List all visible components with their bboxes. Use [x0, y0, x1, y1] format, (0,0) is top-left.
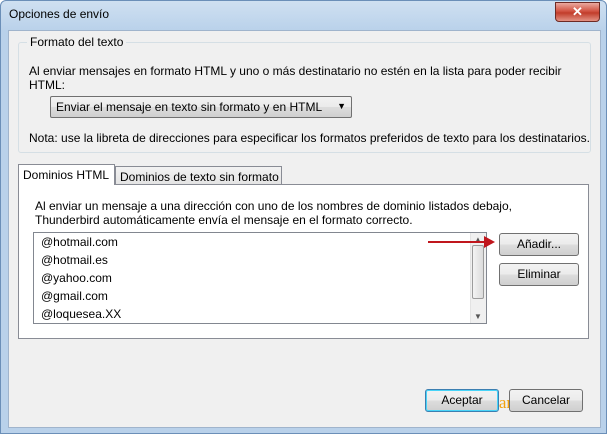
send-options-dialog: Opciones de envío ✕ Formato del texto Al…: [0, 0, 607, 434]
cancel-label: Cancelar: [521, 393, 571, 407]
list-item[interactable]: @loquesea.XX: [41, 305, 121, 323]
format-note: Nota: use la libreta de direcciones para…: [29, 131, 590, 145]
format-description-line1: Al enviar mensajes en formato HTML y uno…: [29, 64, 562, 78]
cancel-button[interactable]: Cancelar: [509, 389, 583, 412]
window-title: Opciones de envío: [9, 7, 110, 21]
annotation-arrowhead-icon: [484, 236, 495, 248]
remove-domain-label: Eliminar: [517, 267, 561, 281]
accept-label: Aceptar: [441, 393, 483, 407]
title-bar: Opciones de envío ✕: [1, 1, 606, 29]
domain-list[interactable]: @hotmail.com @hotmail.es @yahoo.com @gma…: [33, 232, 487, 324]
text-format-legend: Formato del texto: [27, 35, 127, 49]
accept-button[interactable]: Aceptar: [425, 389, 499, 412]
format-select-value: Enviar el mensaje en texto sin formato y…: [56, 100, 323, 114]
list-item[interactable]: @hotmail.com: [41, 233, 118, 251]
format-description-line2: HTML:: [29, 78, 65, 92]
dialog-body: Formato del texto Al enviar mensajes en …: [8, 30, 601, 428]
close-button[interactable]: ✕: [555, 2, 600, 22]
scroll-down-icon[interactable]: ▼: [474, 312, 482, 321]
tab-html-domains[interactable]: Dominios HTML: [18, 164, 115, 185]
close-icon: ✕: [572, 4, 583, 19]
domains-description-line1: Al enviar un mensaje a una dirección con…: [35, 199, 512, 213]
add-domain-label: Añadir...: [516, 237, 562, 251]
format-select[interactable]: Enviar el mensaje en texto sin formato y…: [50, 96, 352, 118]
scrollbar-thumb[interactable]: [472, 245, 484, 299]
tab-plain-text-domains-label: Dominios de texto sin formato: [120, 170, 279, 184]
list-item[interactable]: @gmail.com: [41, 287, 108, 305]
remove-domain-button[interactable]: Eliminar: [499, 263, 579, 286]
tab-html-domains-label: Dominios HTML: [23, 168, 110, 182]
list-item[interactable]: @yahoo.com: [41, 269, 112, 287]
tab-plain-text-domains[interactable]: Dominios de texto sin formato: [115, 166, 282, 185]
add-domain-button[interactable]: Añadir...: [499, 233, 579, 256]
list-item[interactable]: @hotmail.es: [41, 251, 108, 269]
annotation-arrow-icon: [428, 241, 486, 243]
dropdown-arrow-icon: ▼: [337, 101, 346, 111]
domains-description-line2: Thunderbird automáticamente envía el men…: [35, 213, 413, 227]
